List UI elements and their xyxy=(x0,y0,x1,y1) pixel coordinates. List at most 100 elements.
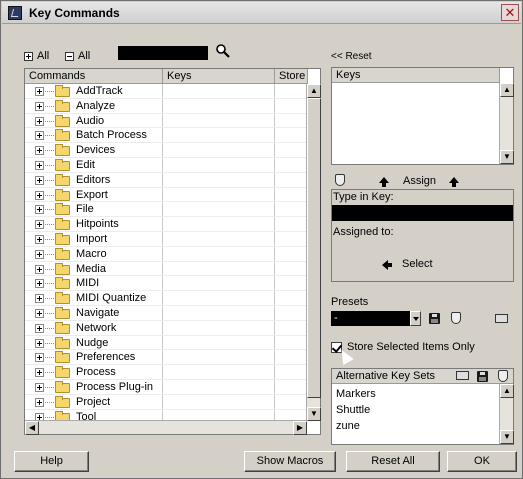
expand-icon[interactable] xyxy=(35,190,44,200)
expand-icon[interactable] xyxy=(35,294,44,304)
expand-icon[interactable] xyxy=(35,353,44,363)
chevron-down-icon[interactable] xyxy=(410,311,421,326)
keyset-scrollbar[interactable]: ▲ ▼ xyxy=(499,384,514,444)
expand-icon[interactable] xyxy=(35,175,44,185)
help-button[interactable]: Help xyxy=(14,451,89,472)
command-row[interactable]: Process xyxy=(25,365,307,380)
type-in-key-field[interactable] xyxy=(332,205,513,221)
command-row[interactable]: Nudge xyxy=(25,335,307,351)
command-row[interactable]: Import xyxy=(25,231,307,247)
search-input[interactable] xyxy=(118,46,208,60)
close-button[interactable]: ✕ xyxy=(501,4,519,21)
command-row[interactable]: AddTrack xyxy=(25,84,307,99)
collapse-all-button[interactable]: All xyxy=(65,49,90,63)
expand-icon[interactable] xyxy=(35,397,44,407)
expand-icon[interactable] xyxy=(35,308,44,318)
show-macros-button[interactable]: Show Macros xyxy=(244,451,336,472)
scroll-thumb[interactable] xyxy=(307,98,321,398)
expand-all-button[interactable]: All xyxy=(24,49,49,63)
expand-icon[interactable] xyxy=(35,234,44,244)
expand-icon[interactable] xyxy=(35,338,44,348)
command-row[interactable]: Macro xyxy=(25,246,307,262)
keyset-scroll-up[interactable]: ▲ xyxy=(500,384,514,398)
save-preset-icon[interactable] xyxy=(429,313,440,324)
scroll-down-button[interactable]: ▼ xyxy=(307,407,321,421)
assign-button[interactable]: Assign xyxy=(403,175,436,187)
expand-icon[interactable] xyxy=(35,131,44,141)
expand-icon[interactable] xyxy=(35,382,44,392)
ok-button[interactable]: OK xyxy=(447,451,517,472)
command-row[interactable]: MIDI Quantize xyxy=(25,291,307,306)
keys-scrollbar[interactable]: ▲ ▼ xyxy=(499,83,514,164)
scroll-up-button[interactable]: ▲ xyxy=(307,84,321,98)
select-button[interactable]: Select xyxy=(402,258,433,270)
delete-keyset-icon[interactable] xyxy=(498,370,508,382)
expand-icon[interactable] xyxy=(35,101,44,111)
command-row[interactable]: Edit xyxy=(25,157,307,173)
scroll-left-button[interactable]: ◀ xyxy=(25,421,39,435)
expand-icon[interactable] xyxy=(35,205,44,215)
command-label: MIDI xyxy=(76,277,100,290)
reset-all-button[interactable]: Reset All xyxy=(346,451,440,472)
expand-icon[interactable] xyxy=(35,279,44,289)
title-bar: Key Commands ✕ xyxy=(2,2,521,24)
column-header-keys[interactable]: Keys xyxy=(163,69,275,84)
delete-key-icon[interactable] xyxy=(335,174,345,186)
tree-line xyxy=(45,298,54,300)
command-row[interactable]: Navigate xyxy=(25,305,307,321)
keys-scroll-up[interactable]: ▲ xyxy=(500,83,514,97)
command-row[interactable]: Hitpoints xyxy=(25,217,307,232)
expand-icon[interactable] xyxy=(35,264,44,274)
expand-icon[interactable] xyxy=(35,323,44,333)
command-label: Analyze xyxy=(76,99,116,112)
keyset-item[interactable]: zune xyxy=(336,420,360,432)
tree-line xyxy=(45,179,54,181)
command-row[interactable]: Process Plug-in xyxy=(25,379,307,395)
column-header-store[interactable]: Store xyxy=(275,69,308,84)
command-row[interactable]: Analyze xyxy=(25,98,307,114)
folder-icon xyxy=(55,173,70,186)
collapse-all-label: All xyxy=(78,50,91,62)
expand-icon[interactable] xyxy=(35,249,44,259)
keyset-item[interactable]: Shuttle xyxy=(336,404,370,416)
command-row[interactable]: Network xyxy=(25,320,307,336)
presets-label: Presets xyxy=(331,296,369,308)
command-row[interactable]: Project xyxy=(25,394,307,410)
keys-scroll-down[interactable]: ▼ xyxy=(500,150,514,164)
command-row[interactable]: MIDI xyxy=(25,276,307,292)
keyset-scroll-down[interactable]: ▼ xyxy=(500,430,514,444)
open-keyset-icon[interactable] xyxy=(456,371,469,380)
command-row[interactable]: Editors xyxy=(25,172,307,188)
folder-icon xyxy=(55,188,70,201)
open-preset-icon[interactable] xyxy=(495,314,508,323)
expand-icon[interactable] xyxy=(35,146,44,156)
expand-icon[interactable] xyxy=(35,116,44,126)
delete-preset-icon[interactable] xyxy=(451,312,461,324)
column-header-commands[interactable]: Commands xyxy=(25,69,163,84)
command-row[interactable]: Batch Process xyxy=(25,128,307,144)
keys-list[interactable]: Keys ▲ ▼ xyxy=(331,67,514,165)
command-row[interactable]: Devices xyxy=(25,143,307,158)
expand-icon[interactable] xyxy=(35,220,44,230)
command-row[interactable]: Export xyxy=(25,187,307,203)
folder-icon xyxy=(55,247,70,260)
expand-icon[interactable] xyxy=(35,87,44,96)
presets-select[interactable]: - xyxy=(331,311,421,326)
tree-line xyxy=(45,91,54,92)
command-label: Devices xyxy=(76,144,116,157)
save-keyset-icon[interactable] xyxy=(477,371,488,382)
command-label: MIDI Quantize xyxy=(76,292,147,305)
app-icon xyxy=(8,6,22,20)
expand-icon[interactable] xyxy=(35,160,44,170)
horizontal-scrollbar[interactable]: ◀ ▶ xyxy=(25,420,307,435)
reset-button[interactable]: << Reset xyxy=(331,49,372,63)
command-row[interactable]: Preferences xyxy=(25,350,307,366)
scroll-right-button[interactable]: ▶ xyxy=(293,421,307,435)
command-row[interactable]: File xyxy=(25,202,307,218)
vertical-scrollbar[interactable]: ▲ ▼ xyxy=(306,84,321,421)
command-row[interactable]: Media xyxy=(25,261,307,277)
command-row[interactable]: Audio xyxy=(25,113,307,129)
expand-icon[interactable] xyxy=(35,368,44,378)
search-icon[interactable] xyxy=(215,43,231,59)
keyset-item[interactable]: Markers xyxy=(336,388,376,400)
